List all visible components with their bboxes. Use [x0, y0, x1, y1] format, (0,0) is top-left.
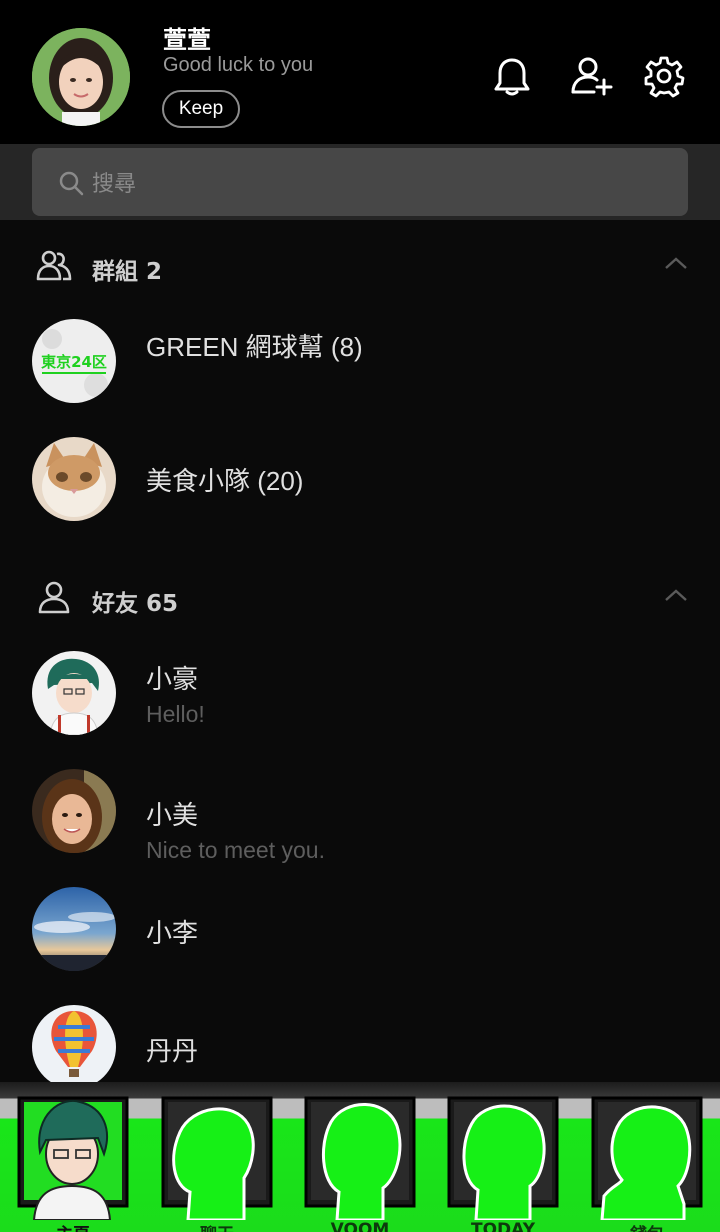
friend-name: 丹丹 [146, 1036, 199, 1066]
chevron-up-icon[interactable] [664, 256, 688, 270]
group-row[interactable]: 東京24区 GREEN 網球幫 (8) [0, 307, 720, 417]
friend-status-message: Nice to meet you. [146, 837, 325, 863]
search-bar-area: 搜尋 [0, 144, 720, 220]
search-placeholder: 搜尋 [92, 172, 137, 197]
tab-voom[interactable]: VOOM [303, 1096, 417, 1232]
wallet-silhouette-icon [591, 1096, 703, 1222]
friend-avatar [32, 887, 116, 971]
friend-row[interactable]: 小美 Nice to meet you. [0, 757, 720, 867]
friends-section-label: 好友 65 [92, 591, 179, 617]
group-avatar: 東京24区 [32, 319, 116, 403]
bell-icon[interactable] [490, 54, 534, 98]
tab-wallet[interactable]: 錢包 [590, 1096, 704, 1232]
tab-chats[interactable]: 聊天 [160, 1096, 274, 1232]
group-name: GREEN 網球幫 (8) [146, 332, 363, 362]
settings-icon[interactable] [642, 54, 686, 98]
groups-section-label: 群組 2 [92, 259, 163, 285]
group-name: 美食小隊 (20) [146, 466, 304, 496]
keep-button[interactable]: Keep [162, 90, 240, 128]
tab-today[interactable]: TODAY [446, 1096, 560, 1232]
voom-silhouette-icon [304, 1096, 416, 1222]
tab-voom-label: VOOM [330, 1220, 390, 1232]
home-character-icon [17, 1096, 129, 1221]
friend-status-message: Hello! [146, 701, 205, 727]
friend-name: 小豪 [146, 664, 199, 694]
tab-chats-label: 聊天 [160, 1220, 274, 1232]
groups-section-header[interactable]: 群組 2 [0, 236, 720, 296]
tab-wallet-label: 錢包 [590, 1220, 704, 1232]
tab-home[interactable]: 主頁 [16, 1096, 130, 1232]
group-avatar [32, 437, 116, 521]
search-input[interactable]: 搜尋 [32, 148, 688, 216]
search-icon [59, 171, 84, 196]
chat-silhouette-icon [161, 1096, 273, 1222]
friend-avatar [32, 1005, 116, 1089]
profile-status[interactable]: Good luck to you [163, 54, 313, 77]
group-row[interactable]: 美食小隊 (20) [0, 425, 720, 535]
friend-row[interactable]: 小豪 Hello! [0, 639, 720, 749]
tab-today-label: TODAY [471, 1220, 535, 1232]
friend-name: 小美 [146, 800, 199, 830]
tab-home-label: 主頁 [16, 1220, 130, 1232]
profile-avatar[interactable] [32, 28, 130, 126]
friend-icon [38, 581, 70, 614]
group-avatar-logo: 東京24区 [41, 353, 107, 371]
friend-name: 小李 [146, 918, 199, 948]
profile-header: 萱萱 Good luck to you Keep [0, 0, 720, 144]
bottom-tab-bar: 主頁 聊天 VOOM TODAY 錢包 [0, 1082, 720, 1232]
friend-avatar [32, 769, 116, 853]
profile-name: 萱萱 [163, 26, 211, 54]
friend-avatar [32, 651, 116, 735]
add-friend-icon[interactable] [570, 54, 614, 98]
today-silhouette-icon [447, 1096, 559, 1222]
friends-section-header[interactable]: 好友 65 [0, 568, 720, 628]
friend-row[interactable]: 小李 [0, 875, 720, 985]
group-icon [36, 250, 72, 281]
chevron-up-icon[interactable] [664, 588, 688, 602]
